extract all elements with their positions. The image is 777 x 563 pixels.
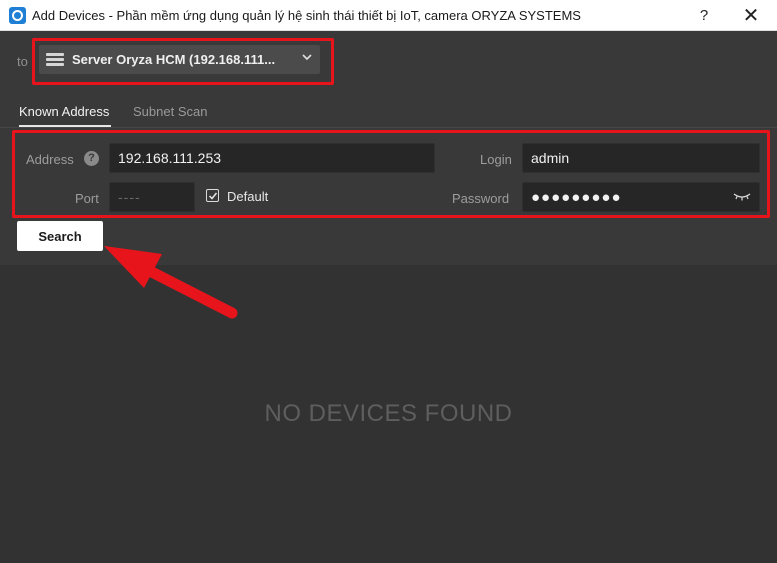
- title-bar: Add Devices - Phần mềm ứng dụng quản lý …: [0, 0, 777, 31]
- close-button[interactable]: ✕: [738, 4, 764, 28]
- highlight-box-server: [32, 38, 334, 85]
- annotation-arrow-icon: [104, 246, 238, 319]
- search-button[interactable]: Search: [17, 221, 103, 251]
- tab-divider: [0, 127, 777, 128]
- help-button[interactable]: ?: [692, 5, 716, 27]
- window-title: Add Devices - Phần mềm ứng dụng quản lý …: [32, 8, 581, 23]
- tab-subnet-scan[interactable]: Subnet Scan: [133, 104, 207, 119]
- app-logo-icon: [9, 7, 26, 24]
- to-label: to: [17, 54, 28, 69]
- highlight-box-form: [12, 130, 770, 218]
- empty-state-message: NO DEVICES FOUND: [264, 400, 513, 427]
- tab-known-address[interactable]: Known Address: [19, 104, 109, 119]
